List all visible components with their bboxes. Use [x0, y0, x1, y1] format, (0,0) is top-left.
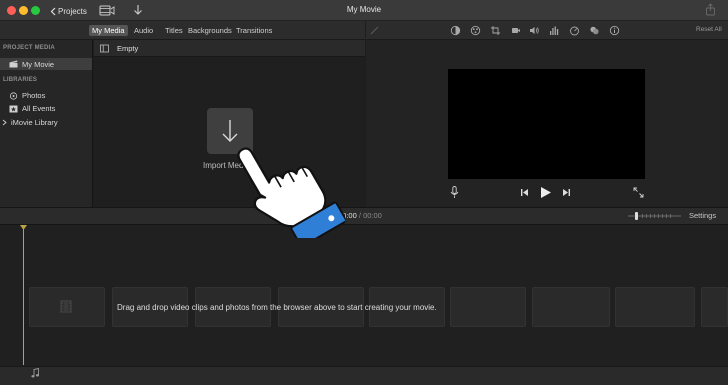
tab-backgrounds[interactable]: Backgrounds: [185, 25, 235, 36]
sidebar-item-imovie-library[interactable]: iMovie Library: [2, 118, 58, 127]
timeline-settings-button[interactable]: Settings: [689, 211, 716, 220]
fullscreen-icon[interactable]: [633, 187, 644, 198]
project-media-header: PROJECT MEDIA: [3, 45, 55, 51]
libraries-header: LIBRARIES: [3, 77, 38, 83]
clip-filter-icon[interactable]: [589, 25, 600, 36]
tab-titles[interactable]: Titles: [162, 25, 186, 36]
color-correction-icon[interactable]: [470, 25, 481, 36]
clip-placeholder: [450, 287, 526, 327]
browser-header: Empty: [94, 40, 365, 57]
browser-empty-label: Empty: [117, 44, 139, 53]
sidebar: PROJECT MEDIA My Movie LIBRARIES Photos …: [0, 40, 93, 207]
video-preview[interactable]: [448, 69, 645, 179]
sidebar-item-label: My Movie: [22, 59, 55, 69]
noise-equalizer-icon[interactable]: [549, 25, 560, 36]
share-icon[interactable]: [705, 3, 716, 16]
skip-back-icon[interactable]: [520, 188, 529, 197]
info-icon[interactable]: [609, 25, 620, 36]
timeline-drop-hint: Drag and drop video clips and photos fro…: [117, 303, 437, 312]
playhead[interactable]: [23, 225, 24, 365]
sidebar-item-label: iMovie Library: [11, 118, 58, 127]
sidebar-item-photos[interactable]: Photos: [9, 91, 45, 100]
speed-icon[interactable]: [569, 25, 580, 36]
sidebar-item-label: All Events: [22, 104, 56, 113]
music-note-icon: [31, 368, 39, 378]
playhead-handle[interactable]: [20, 225, 27, 230]
tab-transitions[interactable]: Transitions: [233, 25, 275, 36]
magic-wand-icon[interactable]: [369, 25, 380, 36]
skip-forward-icon[interactable]: [562, 188, 571, 197]
clip-placeholder: [701, 287, 728, 327]
tab-audio[interactable]: Audio: [131, 25, 156, 36]
time-separator: /: [358, 211, 361, 220]
sidebar-toggle-icon[interactable]: [100, 44, 109, 53]
total-time: 00:00: [363, 211, 382, 220]
tab-my-media[interactable]: My Media: [89, 25, 128, 36]
sidebar-item-label: Photos: [22, 91, 46, 100]
photos-icon: [9, 91, 18, 100]
music-track[interactable]: [0, 366, 728, 385]
play-icon[interactable]: [540, 186, 552, 199]
crop-icon[interactable]: [490, 25, 501, 36]
clapper-icon: [9, 60, 18, 68]
timeline-zoom-slider[interactable]: [627, 211, 682, 221]
viewer-toolbar: [366, 21, 728, 40]
film-strip-icon: [60, 300, 72, 313]
star-box-icon: [9, 105, 18, 112]
volume-icon[interactable]: [529, 25, 540, 36]
window-title: My Movie: [346, 5, 382, 14]
browser-toolbar: My Media Audio Titles Backgrounds Transi…: [0, 21, 365, 40]
microphone-icon[interactable]: [450, 186, 459, 199]
color-balance-icon[interactable]: [450, 25, 461, 36]
sidebar-item-my-movie[interactable]: My Movie: [0, 58, 92, 70]
stabilization-icon[interactable]: [510, 25, 521, 36]
sidebar-item-all-events[interactable]: All Events: [9, 104, 55, 113]
reset-all-button[interactable]: Reset All: [696, 26, 722, 33]
pointing-hand-icon: [237, 147, 345, 238]
chevron-right-icon: [2, 119, 7, 126]
clip-placeholder: [615, 287, 695, 327]
clip-placeholder: [532, 287, 610, 327]
